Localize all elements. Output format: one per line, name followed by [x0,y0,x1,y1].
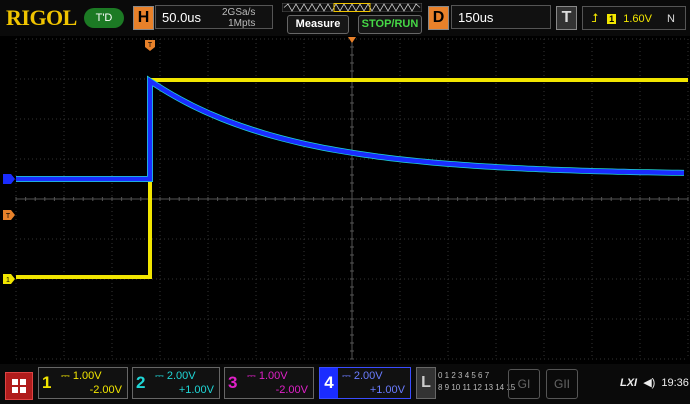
trigger-position-label: T [148,42,153,49]
ch1-ground-marker[interactable]: 1 [3,274,15,284]
channel-2-number: 2 [136,373,146,392]
delay-center-marker [348,37,356,43]
channel-1-box[interactable]: 1 ⎓ 1.00V -2.00V [38,367,128,399]
channel-4-scale: ⎓ 2.00V [342,370,383,382]
trigger-source-badge: 1 [607,14,617,24]
memory-depth: 1Mpts [228,18,256,29]
ch1-ground-label: 1 [6,277,10,284]
system-status: LXI ◀) 19:36 [620,376,689,389]
speaker-icon[interactable]: ◀) [643,377,655,389]
trigger-level: 1.60V [623,13,652,25]
channel-1-scale: ⎓ 1.00V [61,370,102,382]
channel-1-number: 1 [42,373,52,392]
channel-2-box[interactable]: 2 ⎓ 2.00V +1.00V [132,367,220,399]
channel-3-offset: -2.00V [275,384,308,396]
measure-button[interactable]: Measure [287,15,349,34]
channel-4-box[interactable]: 4 ⎓ 2.00V +1.00V [319,367,411,399]
acquisition-info: 2GSa/s 1Mpts [222,7,255,29]
generator-1-button[interactable]: GI [508,369,540,399]
channel-3-scale: ⎓ 1.00V [247,370,288,382]
logic-analyzer-key[interactable]: L [416,367,436,399]
logic-channels-row-2: 8 9 10 11 12 13 14 15 [438,383,516,392]
channel-4-offset: +1.00V [369,384,405,396]
lxi-icon: LXI [620,377,638,389]
logic-channels-row-1: 0 1 2 3 4 5 6 7 [438,371,490,380]
grid-icon [12,379,26,393]
horizontal-key[interactable]: H [133,6,154,30]
stop-run-button[interactable]: STOP/RUN [358,15,422,34]
trigger-level-marker[interactable]: T [3,210,15,220]
delay-display[interactable]: 150us [451,5,551,29]
channel-3-number: 3 [228,373,238,392]
ch4-ground-marker[interactable] [3,174,15,184]
clock-time: 19:36 [661,377,689,389]
brand-logo: RIGOL [6,5,77,30]
run-state-badge[interactable]: T'D [84,8,124,28]
channel-4-number: 4 [320,368,338,398]
rising-edge-icon: ⮥ [591,11,599,25]
trigger-level-label: T [6,213,11,220]
channel-2-scale: ⎓ 2.00V [155,370,196,382]
generator-2-button[interactable]: GII [546,369,578,399]
home-menu-button[interactable] [5,372,33,400]
channel-1-offset: -2.00V [89,384,122,396]
timebase-value: 50.0us [162,10,202,25]
trigger-mode: N [667,13,675,25]
sample-rate: 2GSa/s [222,7,256,18]
delay-value: 150us [458,10,494,25]
channel-2-offset: +1.00V [178,384,214,396]
trigger-key[interactable]: T [556,6,577,30]
trigger-position-marker[interactable]: T [145,40,155,51]
channel-3-box[interactable]: 3 ⎓ 1.00V -2.00V [224,367,314,399]
waveform-display[interactable] [0,37,690,363]
delay-key[interactable]: D [428,6,449,30]
logic-channels[interactable]: 0 1 2 3 4 5 6 7 8 9 10 11 12 13 14 15 [438,370,515,394]
trigger-info[interactable]: ⮥ 1 1.60V N [582,6,686,30]
memory-overview-strip[interactable] [282,3,422,12]
